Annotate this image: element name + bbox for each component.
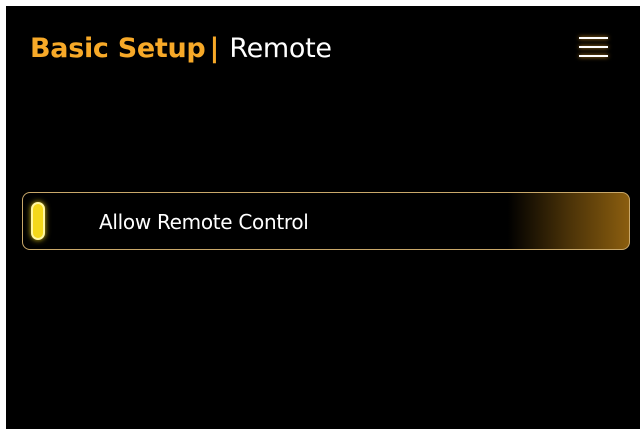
- hamburger-menu-icon[interactable]: [577, 32, 611, 62]
- toggle-on-indicator: [31, 202, 45, 240]
- page-subtitle: Remote: [229, 32, 332, 64]
- toggle-label: Allow Remote Control: [99, 210, 309, 234]
- title-separator: |: [209, 32, 220, 64]
- allow-remote-control-toggle[interactable]: Allow Remote Control: [22, 192, 630, 250]
- page-header: Basic Setup | Remote: [30, 28, 332, 68]
- screen: Basic Setup | Remote Allow Remote Contro…: [6, 6, 640, 429]
- page-title: Basic Setup: [30, 32, 206, 64]
- menu-line: [579, 55, 608, 57]
- menu-line: [579, 37, 608, 39]
- menu-line: [579, 46, 608, 48]
